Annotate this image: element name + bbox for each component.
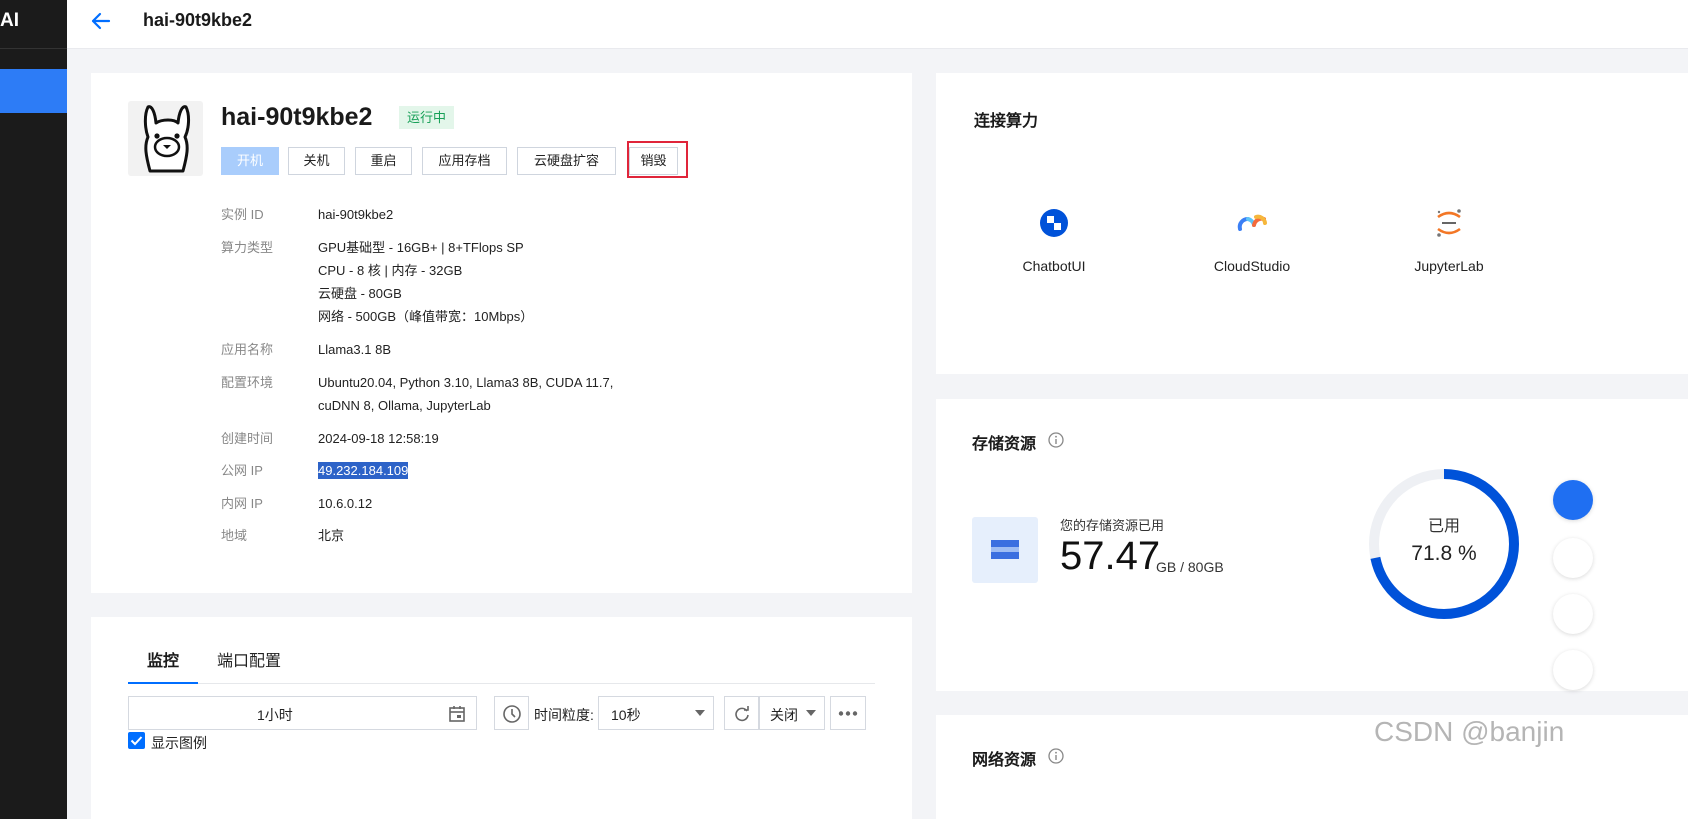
refresh-button[interactable] (724, 696, 759, 730)
auto-refresh-select[interactable]: 关闭 (759, 696, 825, 730)
app-name-value: Llama3.1 8B (318, 342, 391, 357)
instance-card: hai-90t9kbe2 运行中 开机 关机 重启 应用存档 云硬盘扩容 销毁 … (91, 73, 912, 593)
info-icon[interactable] (1048, 432, 1064, 448)
granularity-label: 时间粒度: (534, 707, 594, 723)
env-value-line1: Ubuntu20.04, Python 3.10, Llama3 8B, CUD… (318, 375, 614, 390)
compute-gpu-value: GPU基础型 - 16GB+ | 8+TFlops SP (318, 240, 524, 255)
storage-unit: GB / 80GB (1156, 559, 1224, 575)
destroy-highlight-box (627, 141, 688, 178)
created-time-value: 2024-09-18 12:58:19 (318, 431, 439, 446)
show-legend-checkbox[interactable] (128, 732, 145, 749)
storage-used-value: 57.47 (1060, 534, 1161, 578)
public-ip-value[interactable]: 49.232.184.109 (318, 462, 409, 479)
refresh-icon (735, 706, 749, 722)
back-arrow-icon[interactable] (89, 10, 111, 32)
clock-icon (503, 705, 521, 723)
donut-label: 已用 (1428, 518, 1460, 535)
detail-label: 内网 IP (221, 496, 263, 511)
show-legend-label: 显示图例 (151, 735, 207, 751)
more-icon (838, 711, 858, 716)
detail-label: 应用名称 (221, 342, 274, 357)
restart-button[interactable]: 重启 (355, 147, 412, 175)
chevron-down-icon (695, 710, 705, 716)
floating-doc-button[interactable] (1553, 594, 1593, 634)
chatbotui-link[interactable]: ChatbotUI (994, 205, 1114, 274)
chatbotui-label: ChatbotUI (1022, 258, 1086, 274)
jupyterlab-label: JupyterLab (1414, 258, 1484, 274)
calendar-icon (449, 706, 465, 722)
sidebar: AI (0, 0, 67, 819)
page-title: hai-90t9kbe2 (143, 10, 253, 30)
compute-disk-value: 云硬盘 - 80GB (318, 286, 402, 301)
time-range-picker[interactable]: 1小时 (128, 696, 477, 730)
tab-port-config[interactable]: 端口配置 (217, 647, 281, 671)
public-ip-wrapper: 49.232.184.109 (318, 459, 409, 482)
status-badge: 运行中 (399, 106, 455, 129)
storage-usage-donut: 已用 71.8 % (1369, 469, 1519, 619)
app-archive-button[interactable]: 应用存档 (422, 147, 507, 175)
storage-icon (972, 517, 1038, 583)
floating-help-button[interactable] (1553, 650, 1593, 690)
compute-network-value: 网络 - 500GB（峰值带宽：10Mbps） (318, 309, 534, 324)
connect-card: 连接算力 ChatbotUI CloudStudio JupyterLab (936, 73, 1688, 374)
tab-monitor[interactable]: 监控 (147, 647, 179, 671)
network-title: 网络资源 (972, 752, 1037, 769)
env-value-line2: cuDNN 8, Ollama, JupyterLab (318, 398, 491, 413)
sidebar-divider (0, 48, 67, 49)
more-options-button[interactable] (830, 696, 866, 730)
jupyter-icon (1437, 209, 1461, 237)
detail-label: 算力类型 (221, 240, 274, 255)
checkmark-icon (130, 736, 143, 746)
sidebar-item-active[interactable] (0, 69, 67, 113)
detail-label: 地域 (221, 528, 248, 543)
instance-name: hai-90t9kbe2 (221, 103, 373, 131)
chatbotui-icon (1040, 209, 1068, 237)
top-header: hai-90t9kbe2 (67, 0, 1688, 49)
shutdown-button[interactable]: 关机 (288, 147, 345, 175)
connect-title: 连接算力 (974, 113, 1039, 130)
private-ip-value: 10.6.0.12 (318, 496, 373, 511)
cloudstudio-icon (1237, 214, 1267, 231)
detail-label: 配置环境 (221, 375, 274, 390)
floating-action-button[interactable] (1553, 480, 1593, 520)
chevron-down-icon (806, 710, 816, 716)
jupyterlab-link[interactable]: JupyterLab (1389, 205, 1509, 274)
cloudstudio-link[interactable]: CloudStudio (1192, 205, 1312, 274)
donut-percent: 71.8 % (1411, 542, 1476, 565)
detail-label: 公网 IP (221, 463, 263, 478)
time-range-value: 1小时 (257, 707, 293, 723)
compute-cpu-value: CPU - 8 核 | 内存 - 32GB (318, 263, 463, 278)
storage-title: 存储资源 (972, 436, 1037, 453)
monitor-card: 监控 端口配置 1小时 时间粒度: 10秒 关闭 显示图例 (91, 617, 912, 819)
info-icon[interactable] (1048, 748, 1064, 764)
cloudstudio-label: CloudStudio (1213, 258, 1291, 274)
instance-id-value: hai-90t9kbe2 (318, 207, 394, 222)
start-button[interactable]: 开机 (221, 147, 279, 175)
granularity-value: 10秒 (611, 707, 641, 723)
time-granularity-toggle[interactable] (494, 696, 529, 730)
storage-caption: 您的存储资源已用 (1060, 518, 1165, 533)
disk-expand-button[interactable]: 云硬盘扩容 (517, 147, 616, 175)
granularity-select[interactable]: 10秒 (598, 696, 714, 730)
tab-divider (128, 683, 875, 684)
region-value: 北京 (318, 528, 345, 543)
active-tab-indicator (128, 682, 198, 684)
llama-avatar-icon (128, 101, 203, 176)
network-card: 网络资源 (936, 715, 1688, 819)
floating-link-button[interactable] (1553, 538, 1593, 578)
watermark: CSDN @banjin (1374, 716, 1565, 747)
brand-logo-text: AI (0, 10, 19, 31)
detail-label: 创建时间 (221, 431, 274, 446)
auto-refresh-value: 关闭 (770, 707, 798, 723)
detail-label: 实例 ID (221, 207, 264, 222)
